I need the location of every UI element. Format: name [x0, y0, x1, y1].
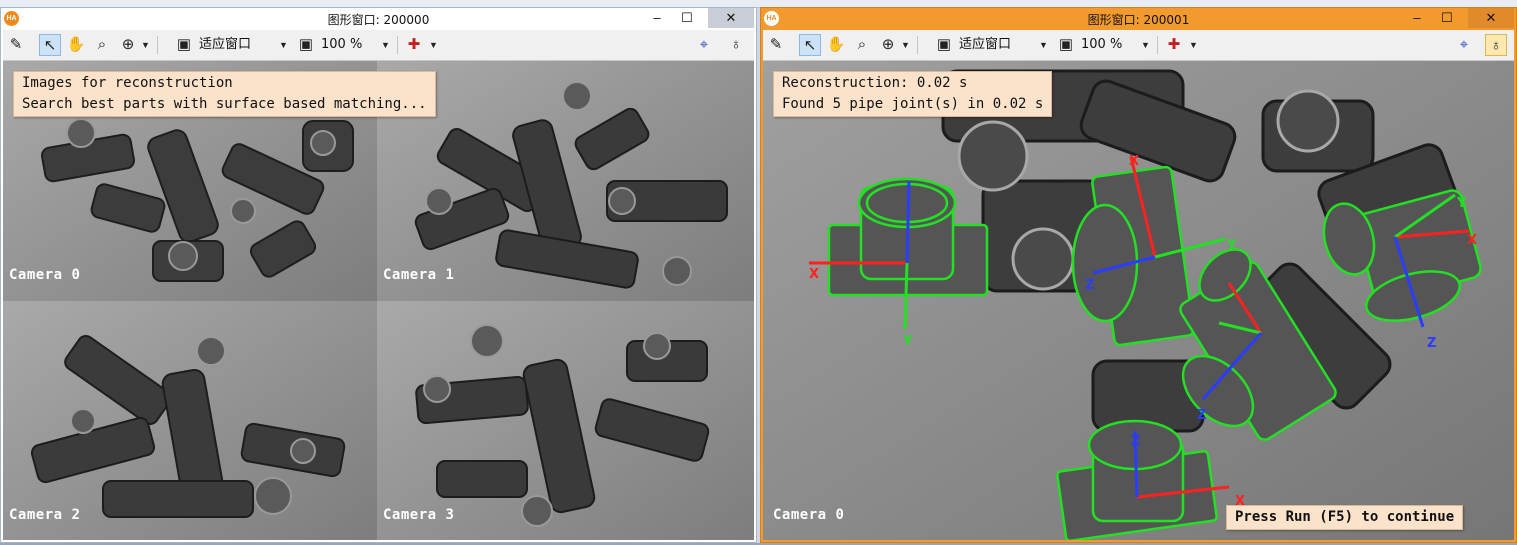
- hand-pan-icon[interactable]: ✋: [65, 34, 87, 56]
- zoom-percent-icon[interactable]: ▣: [1055, 34, 1077, 56]
- separator: [1157, 36, 1158, 54]
- reconstruction-image: X Y X Y Z X Y Z Z X Z: [763, 61, 1514, 540]
- chevron-down-icon[interactable]: ▼: [381, 34, 391, 56]
- zoom-percent-icon[interactable]: ▣: [295, 34, 317, 56]
- fit-window-icon[interactable]: ▣: [933, 34, 955, 56]
- magnifier-icon[interactable]: ⌕: [851, 34, 873, 56]
- separator: [917, 36, 918, 54]
- image-viewport[interactable]: X Y X Y Z X Y Z Z X Z Reconstruction: 0.…: [763, 61, 1514, 540]
- fit-window-dropdown[interactable]: 适应窗口: [199, 34, 251, 56]
- axis-label: Z: [1085, 278, 1094, 293]
- axis-label: Y: [1226, 238, 1237, 253]
- color-palette-icon[interactable]: ✚: [1163, 34, 1185, 56]
- axis-label: Z: [1427, 336, 1436, 351]
- chevron-down-icon[interactable]: ▼: [901, 34, 911, 56]
- camera-label: Camera 2: [9, 507, 81, 523]
- graphics-window-left[interactable]: HA 图形窗口: 200000 – ☐ ✕ ✎ ↖ ✋ ⌕ ⊕ ▼ ▣ 适应窗口…: [0, 7, 757, 543]
- parts-image: [3, 301, 377, 540]
- maximize-button[interactable]: ☐: [674, 8, 700, 28]
- chevron-down-icon[interactable]: ▼: [279, 34, 289, 56]
- axis-label: Z: [1197, 408, 1206, 423]
- chevron-down-icon[interactable]: ▼: [429, 34, 439, 56]
- camera-view-2: Camera 2: [3, 301, 377, 540]
- chevron-down-icon[interactable]: ▼: [1141, 34, 1151, 56]
- axis-label: X: [1467, 233, 1477, 248]
- axis-label: X: [809, 267, 819, 282]
- zoom-in-icon[interactable]: ⊕: [117, 34, 139, 56]
- zoom-level-dropdown[interactable]: 100 %: [1081, 34, 1122, 56]
- chevron-down-icon[interactable]: ▼: [1189, 34, 1199, 56]
- fit-window-icon[interactable]: ▣: [173, 34, 195, 56]
- window-title: 图形窗口: 200001: [1087, 13, 1190, 27]
- graphics-window-right[interactable]: HA 图形窗口: 200001 – ☐ ✕ ✎ ↖ ✋ ⌕ ⊕ ▼ ▣ 适应窗口…: [760, 7, 1517, 543]
- toolbar: ✎ ↖ ✋ ⌕ ⊕ ▼ ▣ 适应窗口 ▼ ▣ 100 % ▼ ✚ ▼ ⌖ ♁: [3, 30, 754, 61]
- magnifier-icon[interactable]: ⌕: [91, 34, 113, 56]
- status-message: Reconstruction: 0.02 s Found 5 pipe joint…: [773, 71, 1053, 117]
- toolbar: ✎ ↖ ✋ ⌕ ⊕ ▼ ▣ 适应窗口 ▼ ▣ 100 % ▼ ✚ ▼ ⌖ ♁: [763, 30, 1514, 61]
- close-button[interactable]: ✕: [1468, 8, 1514, 28]
- title-bar[interactable]: HA 图形窗口: 200001 – ☐ ✕: [761, 8, 1516, 30]
- hand-pan-icon[interactable]: ✋: [825, 34, 847, 56]
- title-bar[interactable]: HA 图形窗口: 200000 – ☐ ✕: [1, 8, 756, 30]
- camera-label: Camera 3: [383, 507, 455, 523]
- lightbulb-icon[interactable]: ♁: [1485, 34, 1507, 56]
- camera-label: Camera 0: [773, 507, 845, 523]
- pin-marker-icon[interactable]: ⌖: [1453, 34, 1475, 56]
- camera-label: Camera 1: [383, 267, 455, 283]
- status-message: Images for reconstruction Search best par…: [13, 71, 436, 117]
- edit-icon[interactable]: ✎: [765, 34, 787, 56]
- edit-icon[interactable]: ✎: [5, 34, 27, 56]
- axis-label: Y: [902, 334, 913, 349]
- pointer-icon[interactable]: ↖: [39, 34, 61, 56]
- message-line: Images for reconstruction: [22, 75, 233, 91]
- minimize-button[interactable]: –: [1404, 8, 1430, 28]
- continue-prompt: Press Run (F5) to continue: [1226, 505, 1464, 530]
- pin-marker-icon[interactable]: ⌖: [693, 34, 715, 56]
- separator: [157, 36, 158, 54]
- message-line: Search best parts with surface based mat…: [22, 96, 427, 112]
- window-title: 图形窗口: 200000: [327, 13, 430, 27]
- close-button[interactable]: ✕: [708, 8, 754, 28]
- chevron-down-icon[interactable]: ▼: [141, 34, 151, 56]
- axis-label: Z: [1131, 434, 1140, 449]
- maximize-button[interactable]: ☐: [1434, 8, 1460, 28]
- parts-image: [377, 301, 754, 540]
- minimize-button[interactable]: –: [644, 8, 670, 28]
- axis-label: Y: [1456, 196, 1467, 211]
- fit-window-dropdown[interactable]: 适应窗口: [959, 34, 1011, 56]
- separator: [397, 36, 398, 54]
- pointer-icon[interactable]: ↖: [799, 34, 821, 56]
- image-viewport[interactable]: Camera 0 Camera 1 Camera 2 Camera 3 Imag…: [3, 61, 754, 540]
- lightbulb-icon[interactable]: ♁: [725, 34, 747, 56]
- zoom-level-dropdown[interactable]: 100 %: [321, 34, 362, 56]
- camera-view-3: Camera 3: [377, 301, 754, 540]
- color-palette-icon[interactable]: ✚: [403, 34, 425, 56]
- chevron-down-icon[interactable]: ▼: [1039, 34, 1049, 56]
- message-line: Found 5 pipe joint(s) in 0.02 s: [782, 96, 1044, 112]
- message-line: Reconstruction: 0.02 s: [782, 75, 968, 91]
- axis-label: X: [1129, 154, 1139, 169]
- camera-label: Camera 0: [9, 267, 81, 283]
- zoom-in-icon[interactable]: ⊕: [877, 34, 899, 56]
